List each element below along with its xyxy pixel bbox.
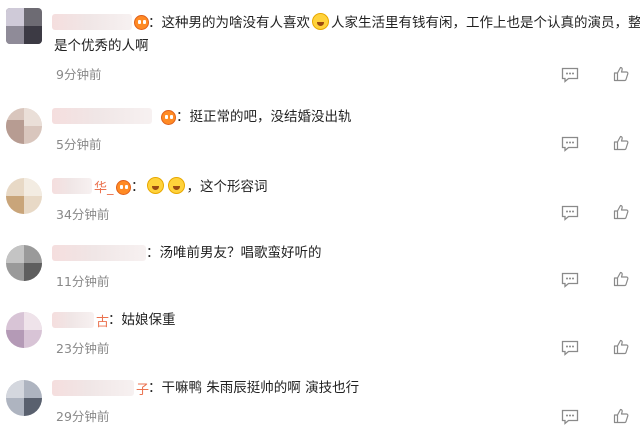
thumbs-up-icon[interactable] xyxy=(613,204,631,220)
comment-text: ：干嘛鸭 朱雨辰挺帅的啊 演技也行 xyxy=(148,380,360,396)
thumbs-up-icon[interactable] xyxy=(613,408,631,424)
thumbs-up-icon[interactable] xyxy=(613,135,631,151)
avatar[interactable] xyxy=(6,108,42,144)
member-badge-icon xyxy=(134,15,149,30)
username[interactable] xyxy=(52,312,94,328)
timestamp: 34分钟前 xyxy=(56,207,110,222)
comment-text: ：姑娘保重 xyxy=(108,312,176,328)
comment-text: ：，这个形容词 xyxy=(131,177,268,195)
comment-icon[interactable] xyxy=(561,136,579,152)
laughing-emoji-icon xyxy=(167,177,185,194)
timestamp: 29分钟前 xyxy=(56,409,110,424)
username-tail[interactable]: 华_ xyxy=(94,177,114,196)
member-badge-icon xyxy=(116,180,131,195)
thumbs-up-icon[interactable] xyxy=(613,339,631,355)
comment-icon[interactable] xyxy=(561,340,579,356)
timestamp: 11分钟前 xyxy=(56,274,110,289)
avatar[interactable] xyxy=(6,178,42,214)
username[interactable] xyxy=(52,380,134,396)
comment-text-line2: 是个优秀的人啊 xyxy=(54,38,149,54)
username[interactable] xyxy=(52,245,146,261)
thumbs-up-icon[interactable] xyxy=(613,271,631,287)
avatar[interactable] xyxy=(6,380,42,416)
timestamp: 23分钟前 xyxy=(56,341,110,356)
laughing-emoji-icon xyxy=(146,177,164,194)
comment-text: ：汤唯前男友？唱歌蛮好听的 xyxy=(146,245,322,261)
username[interactable] xyxy=(52,178,92,194)
member-badge-icon xyxy=(161,110,176,125)
comment-icon[interactable] xyxy=(561,67,579,83)
laughing-emoji-icon xyxy=(312,13,329,30)
timestamp: 5分钟前 xyxy=(56,137,102,152)
comment-text: ：这种男的为啥没有人喜欢 人家生活里有钱有闲，工作上也是个认真的演员，整体 xyxy=(148,13,640,31)
comment-icon[interactable] xyxy=(561,272,579,288)
comment-text: ：挺正常的吧，没结婚没出轨 xyxy=(176,109,352,125)
timestamp: 9分钟前 xyxy=(56,67,102,82)
comment-icon[interactable] xyxy=(561,409,579,425)
thumbs-up-icon[interactable] xyxy=(613,66,631,82)
avatar[interactable] xyxy=(6,245,42,281)
avatar[interactable] xyxy=(6,312,42,348)
comment-icon[interactable] xyxy=(561,205,579,221)
username[interactable] xyxy=(52,14,132,30)
username[interactable] xyxy=(52,108,152,124)
avatar[interactable] xyxy=(6,8,42,44)
